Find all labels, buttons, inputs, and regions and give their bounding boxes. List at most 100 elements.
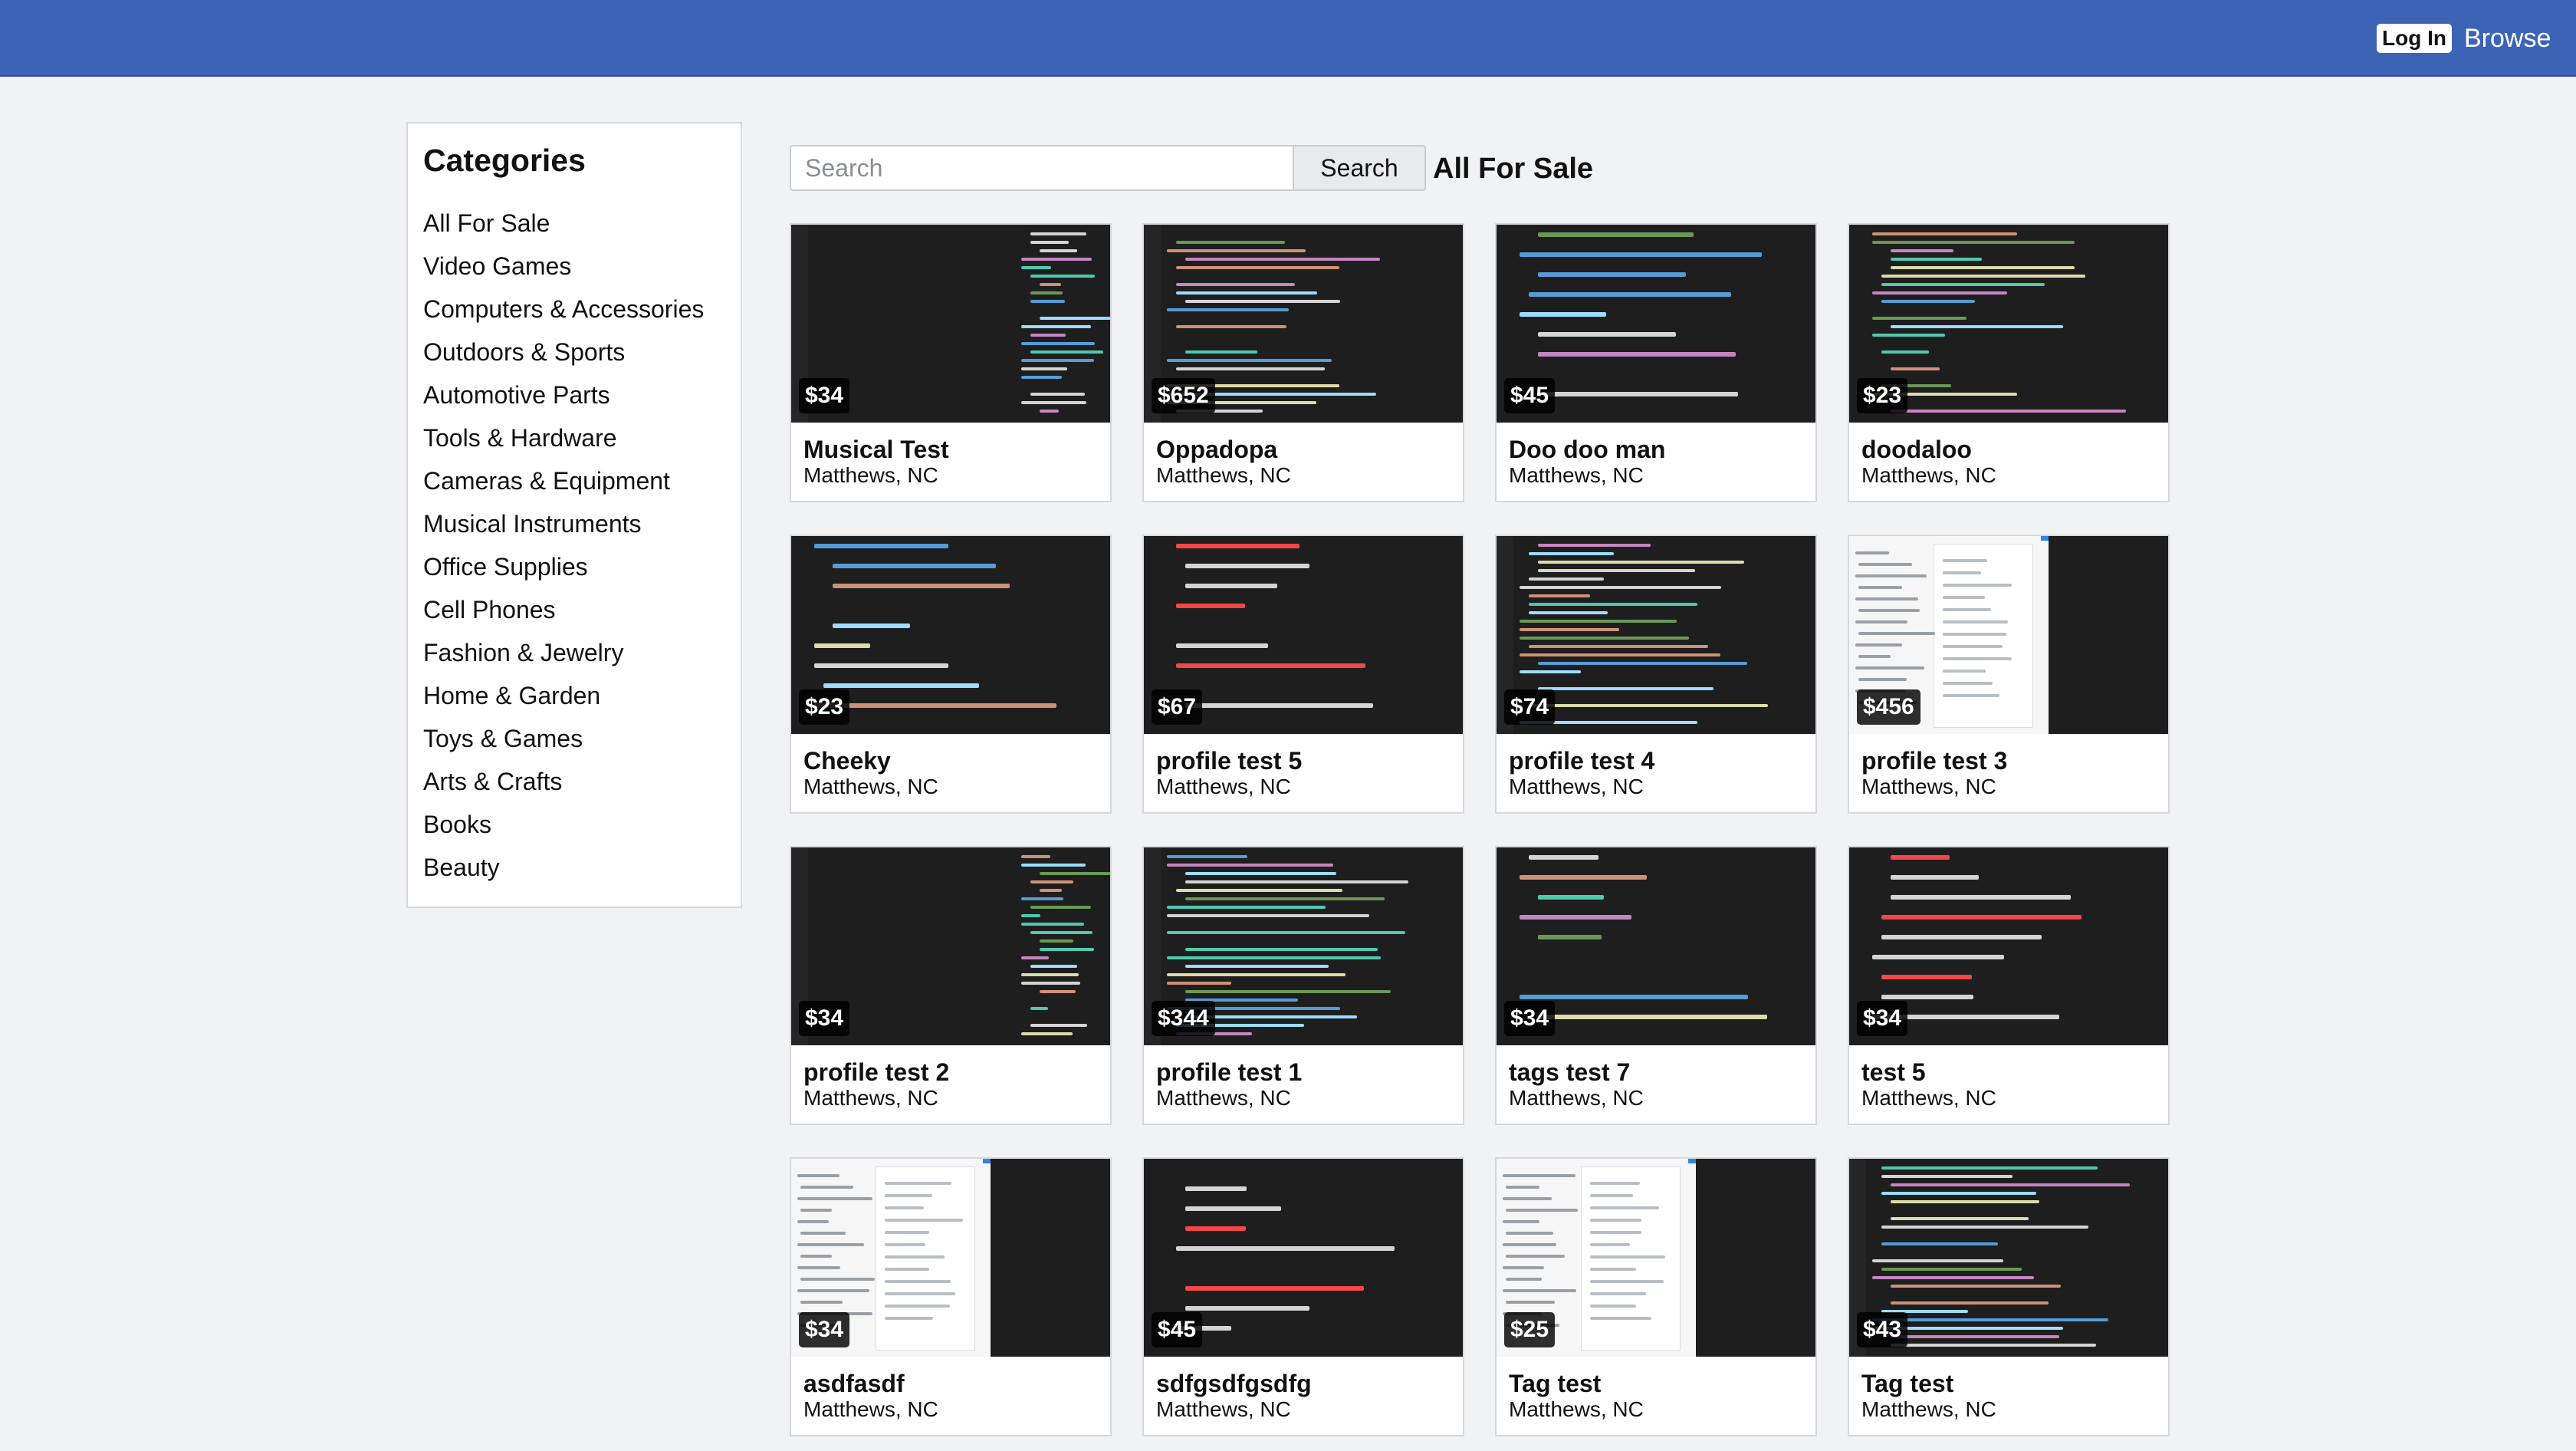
code-line [1176,604,1245,608]
code-line [1185,258,1380,261]
code-line [1021,367,1067,370]
category-item[interactable]: Home & Garden [423,674,704,717]
listing-location: Matthews, NC [1861,463,1996,487]
code-line [1881,935,2042,939]
screenshot-text-line [1503,1266,1544,1269]
listing-card[interactable]: $43 Tag test Matthews, NC [1848,1157,2170,1436]
category-item[interactable]: Arts & Crafts [423,760,704,803]
screenshot-text-line [1590,1292,1647,1295]
code-line [1185,1306,1310,1311]
code-line [1185,703,1374,708]
price-badge: $67 [1152,689,1203,725]
code-line [1538,332,1676,337]
code-line [814,703,1057,708]
listing-title: Tag test [1509,1370,1602,1397]
code-line [1030,931,1093,934]
listing-title: test 5 [1861,1058,1926,1086]
category-item[interactable]: Outdoors & Sports [423,331,704,373]
code-line [1030,275,1096,278]
top-navbar: Log In Browse [0,0,2576,77]
category-item[interactable]: Office Supplies [423,545,704,588]
listing-card[interactable]: $456 profile test 3 Matthews, NC [1848,535,2170,814]
code-line [1040,948,1095,951]
listing-card[interactable]: $34 profile test 2 Matthews, NC [790,846,1112,1125]
listing-card[interactable]: $23 doodaloo Matthews, NC [1848,223,2170,502]
screenshot-text-line [1590,1255,1666,1259]
listing-card[interactable]: $25 Tag test Matthews, NC [1495,1157,1817,1436]
listing-card[interactable]: $34 Musical Test Matthews, NC [790,223,1112,502]
code-line [1021,401,1087,404]
search-input[interactable] [790,145,1294,191]
code-line [1185,1286,1364,1291]
screenshot-text-line [1590,1243,1630,1246]
category-item[interactable]: Video Games [423,245,704,288]
code-line [1021,266,1051,269]
price-badge: $456 [1857,689,1921,725]
category-item[interactable]: Books [423,803,704,846]
listing-card[interactable]: $34 tags test 7 Matthews, NC [1495,846,1817,1125]
code-line [833,564,997,568]
listing-card[interactable]: $23 Cheeky Matthews, NC [790,535,1112,814]
search-button[interactable]: Search [1293,145,1426,191]
code-line [1891,1301,2049,1305]
price-badge: $45 [1152,1312,1203,1347]
screenshot-text-line [800,1209,832,1212]
screenshot-text-line [1858,586,1902,589]
screenshot-text-line [1590,1268,1637,1271]
code-line [1529,577,1605,581]
code-line [1881,1192,2037,1195]
screenshot-text-line [1590,1194,1633,1197]
code-line [1176,889,1342,892]
category-item[interactable]: Beauty [423,846,704,889]
browse-link[interactable]: Browse [2464,21,2551,55]
listing-card[interactable]: $344 profile test 1 Matthews, NC [1142,846,1464,1125]
category-item[interactable]: Fashion & Jewelry [423,631,704,674]
listing-card[interactable]: $45 sdfgsdfgsdfg Matthews, NC [1142,1157,1464,1436]
screenshot-text-line [1855,666,1924,670]
categories-heading: Categories [423,143,586,178]
screenshot-editor-pane [1696,1159,1815,1357]
category-item[interactable]: Tools & Hardware [423,416,704,459]
listing-title: Tag test [1861,1370,1954,1397]
listing-card[interactable]: $652 Oppadopa Matthews, NC [1142,223,1464,502]
screenshot-text-line [1503,1243,1557,1246]
listing-card[interactable]: $45 Doo doo man Matthews, NC [1495,223,1817,502]
code-line [1529,292,1732,297]
screenshot-text-line [1855,597,1918,600]
screenshot-text-line [1590,1231,1641,1234]
listing-location: Matthews, NC [1861,775,1996,798]
category-item[interactable]: Musical Instruments [423,502,704,545]
category-item[interactable]: Toys & Games [423,717,704,760]
category-item[interactable]: Cameras & Equipment [423,459,704,502]
category-item[interactable]: All For Sale [423,202,704,245]
code-line [1040,872,1110,875]
code-line [1891,1344,2096,1347]
code-line [1891,1285,2061,1288]
screenshot-text-line [1506,1209,1579,1212]
listing-card[interactable]: $74 profile test 4 Matthews, NC [1495,535,1817,814]
screenshot-text-line [885,1182,951,1185]
screenshot-text-line [1943,571,1982,574]
listing-card[interactable]: $34 asdfasdf Matthews, NC [790,1157,1112,1436]
code-line [1872,1259,2003,1262]
price-badge: $652 [1152,378,1215,413]
code-line [1185,880,1408,883]
code-line [1538,392,1739,396]
code-line [1872,334,1945,337]
code-line [1872,291,2008,294]
listing-card[interactable]: $34 test 5 Matthews, NC [1848,846,2170,1125]
login-button[interactable]: Log In [2377,24,2452,53]
code-line [1030,1024,1088,1027]
code-line [1872,317,1967,320]
listing-card[interactable]: $67 profile test 5 Matthews, NC [1142,535,1464,814]
category-item[interactable]: Automotive Parts [423,373,704,416]
code-line [1167,864,1334,867]
code-line [1872,955,2004,959]
listing-location: Matthews, NC [1156,1086,1291,1110]
code-line [1538,272,1686,277]
category-item[interactable]: Cell Phones [423,588,704,631]
code-line [1520,875,1648,880]
category-item[interactable]: Computers & Accessories [423,288,704,331]
code-line [1520,252,1762,257]
code-line [1021,359,1094,362]
